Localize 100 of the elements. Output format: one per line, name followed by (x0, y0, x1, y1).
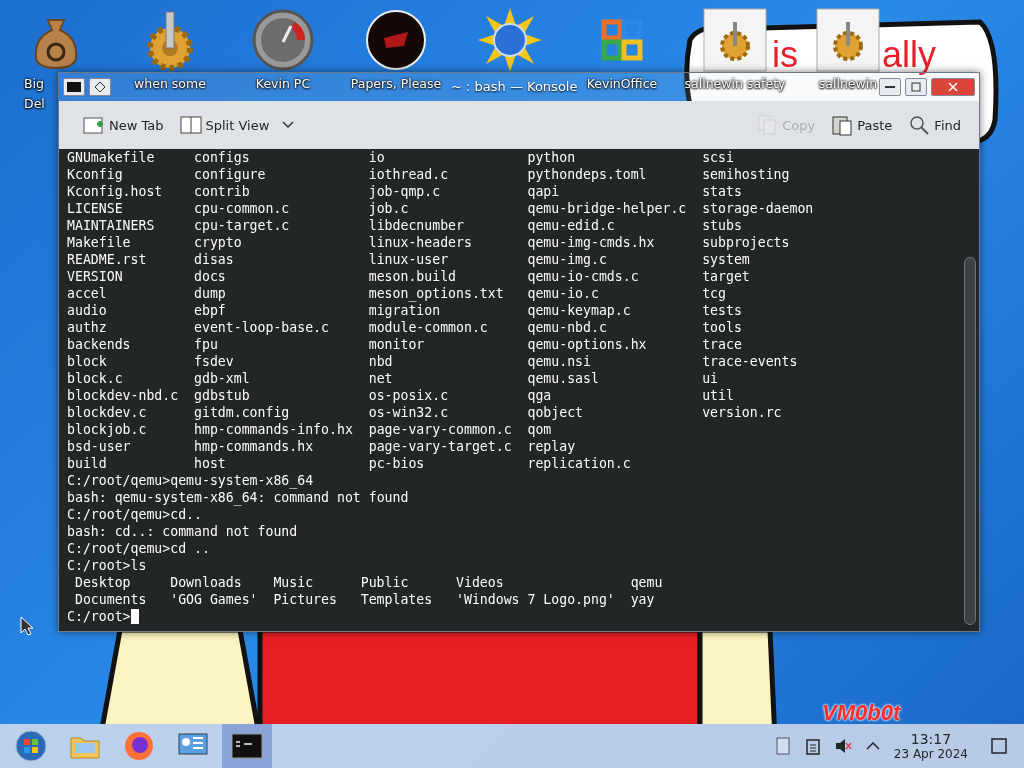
terminal-text: qemu.sasl (527, 370, 600, 387)
taskbar-app-button[interactable] (222, 724, 272, 768)
start-orb-icon (15, 730, 47, 762)
terminal-text: Desktop (74, 574, 132, 591)
firefox-icon (123, 730, 155, 762)
terminal-text: iothread.c (368, 166, 450, 183)
terminal-text: hmp-commands-info.hx (194, 421, 354, 438)
terminal-text: Pictures (273, 591, 338, 608)
terminal-text: qemu (630, 574, 664, 591)
terminal-text: qom (527, 421, 553, 438)
terminal-text: libdecnumber (368, 217, 465, 234)
terminal-text: replay (527, 438, 577, 455)
terminal-text: os-win32.c (368, 404, 450, 421)
terminal-text: qemu-edid.c (527, 217, 616, 234)
terminal-text: version.rc (702, 404, 783, 421)
minimize-button[interactable] (879, 78, 901, 96)
search-icon (908, 114, 931, 136)
terminal-icon (231, 730, 263, 762)
terminal-text: fpu (194, 336, 219, 353)
terminal-text: system (702, 251, 751, 268)
terminal-prompt: C:/root> (67, 609, 131, 624)
terminal-line: bash: qemu-system-x86_64: command not found (67, 489, 410, 506)
terminal-text: fsdev (194, 353, 235, 370)
muted-speaker-icon[interactable] (833, 737, 852, 755)
terminal-text: trace-events (702, 353, 799, 370)
terminal-text: crypto (194, 234, 243, 251)
terminal-text: job-qmp.c (368, 183, 442, 200)
terminal-text: qapi (527, 183, 561, 200)
terminal-text: host (194, 455, 227, 472)
terminal-text: gitdm.config (194, 404, 291, 421)
terminal-text: disas (194, 251, 235, 268)
split-view-button[interactable]: Split View (173, 110, 302, 140)
sun-globe-icon (478, 8, 542, 72)
icon-label: when some (134, 76, 206, 92)
maximize-icon (911, 82, 921, 92)
terminal-text: Templates (360, 591, 434, 608)
terminal-text: meson_options.txt (368, 285, 505, 302)
terminal-text: cpu-common.c (194, 200, 291, 217)
window-menu-button[interactable] (63, 78, 85, 96)
terminal-text: monitor (368, 336, 426, 353)
terminal-text: qemu-bridge-helper.c (527, 200, 688, 217)
terminal-text: contrib (194, 183, 251, 200)
terminal-text: qemu-io-cmds.c (527, 268, 640, 285)
terminal-text: job.c (368, 200, 410, 217)
terminal-text: python (527, 149, 577, 166)
gear-tile-icon (703, 8, 767, 72)
terminal-text: Documents (74, 591, 148, 608)
clipboard-icon[interactable] (803, 737, 822, 755)
icon-label: Papers, Please (350, 76, 442, 92)
terminal-text: tools (702, 319, 743, 336)
terminal-text: yay (630, 591, 656, 608)
show-desktop-icon[interactable] (990, 737, 1008, 755)
terminal-text: migration (368, 302, 442, 319)
terminal-text: qemu.nsi (527, 353, 592, 370)
icon-label: Big (24, 76, 44, 92)
scrollbar-thumb[interactable] (964, 257, 976, 625)
terminal-text: configs (194, 149, 251, 166)
terminal-text: blockdev.c (67, 404, 148, 421)
terminal-text: audio (67, 302, 108, 319)
terminal-text: Public (360, 574, 410, 591)
new-tab-icon (83, 114, 105, 136)
terminal-text: qemu-io.c (527, 285, 600, 302)
mouse-pointer-icon (20, 616, 34, 636)
terminal-text: block.c (67, 370, 124, 387)
terminal-text: 'Windows 7 Logo.png' (456, 591, 616, 608)
terminal-text: qobject (527, 404, 585, 421)
terminal-text: page-vary-target.c (368, 438, 513, 455)
terminal-text: MAINTAINERS (67, 217, 156, 234)
terminal-text: tcg (702, 285, 727, 302)
caret-icon (281, 120, 296, 130)
terminal-text: scsi (702, 149, 735, 166)
terminal-text: linux-headers (368, 234, 473, 251)
diamond-icon (95, 82, 105, 92)
terminal-text: target (702, 268, 751, 285)
terminal-text: os-posix.c (368, 387, 450, 404)
pin-button[interactable] (89, 78, 111, 96)
new-tab-button[interactable]: New Tab (77, 110, 170, 140)
terminal-text: LICENSE (67, 200, 124, 217)
window-title: ~ : bash — Konsole (451, 79, 578, 94)
paste-button[interactable]: Paste (825, 110, 899, 140)
terminal-text: dump (194, 285, 227, 302)
terminal-text: qemu-nbd.c (527, 319, 608, 336)
terminal-text: io (368, 149, 386, 166)
clock-time: 13:17 (910, 731, 952, 747)
terminal-text: linux-user (368, 251, 450, 268)
clock-date: 23 Apr 2024 (893, 746, 968, 761)
close-button[interactable] (931, 78, 975, 96)
clock[interactable]: 13:17 23 Apr 2024 (893, 731, 968, 761)
terminal-text: ebpf (194, 302, 227, 319)
wallpaper-text: ally (882, 34, 937, 76)
find-button[interactable]: Find (902, 110, 967, 140)
terminal-text: pythondeps.toml (527, 166, 648, 183)
terminal-text: module-common.c (368, 319, 489, 336)
terminal-text: Kconfig.host (67, 183, 164, 200)
terminal-line: C:/root/qemu>qemu-system-x86_64 (67, 472, 315, 489)
terminal-text: VERSION (67, 268, 124, 285)
text-cursor (130, 609, 139, 624)
terminal-text: bsd-user (67, 438, 132, 455)
terminal-text: replication.c (527, 455, 632, 472)
terminal-text: qemu-keymap.c (527, 302, 632, 319)
